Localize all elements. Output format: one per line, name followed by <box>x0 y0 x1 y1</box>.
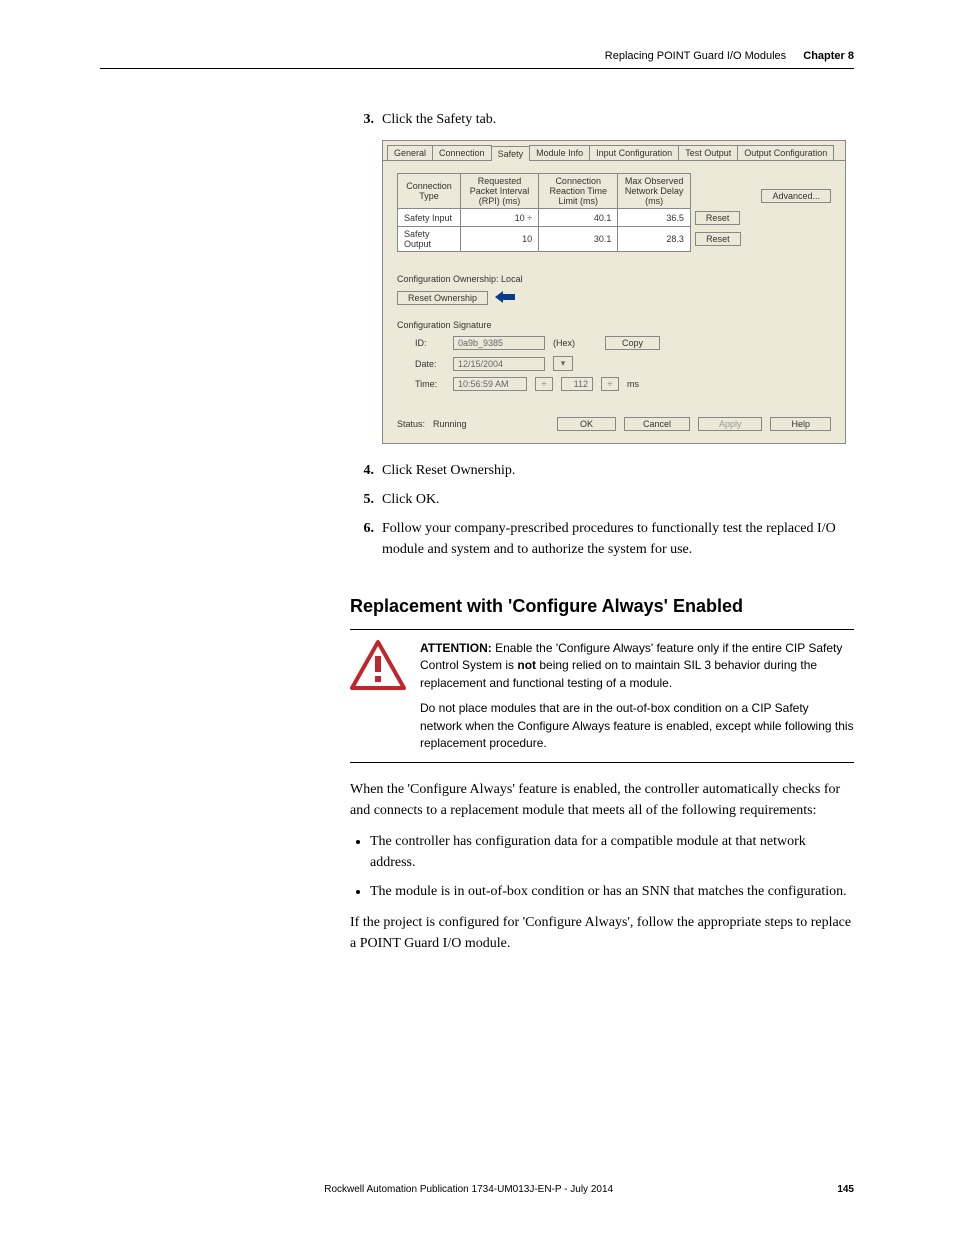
section-heading: Replacement with 'Configure Always' Enab… <box>350 596 854 617</box>
step-4-num: 4. <box>350 460 374 481</box>
time-spinner-icon[interactable]: ÷ <box>535 377 553 391</box>
step-5-num: 5. <box>350 489 374 510</box>
step-6: 6. Follow your company-prescribed proced… <box>350 518 854 560</box>
attention-box: ATTENTION: Enable the 'Configure Always'… <box>350 629 854 763</box>
footer-page-number: 145 <box>837 1184 854 1195</box>
footer-publication: Rockwell Automation Publication 1734-UM0… <box>100 1184 837 1195</box>
step-6-num: 6. <box>350 518 374 560</box>
config-sig-label: Configuration Signature <box>397 320 831 330</box>
col-conn-type: Connection Type <box>398 174 461 209</box>
status-label: Status: <box>397 419 425 429</box>
time-label: Time: <box>415 379 445 389</box>
cell-max: 28.3 <box>618 227 691 252</box>
table-row: Safety Input 10 ÷ 40.1 36.5 Reset <box>398 209 747 227</box>
date-label: Date: <box>415 359 445 369</box>
attention-p1: ATTENTION: Enable the 'Configure Always'… <box>420 640 854 692</box>
intro-para: When the 'Configure Always' feature is e… <box>350 779 854 821</box>
cell-crt: 30.1 <box>539 227 618 252</box>
id-field: 0a9b_9385 <box>453 336 545 350</box>
id-label: ID: <box>415 338 445 348</box>
tab-input-config[interactable]: Input Configuration <box>589 145 679 160</box>
ownership-label: Configuration Ownership: Local <box>397 274 831 284</box>
date-field: 12/15/2004 <box>453 357 545 371</box>
status-value: Running <box>433 419 467 429</box>
tab-connection[interactable]: Connection <box>432 145 492 160</box>
copy-button[interactable]: Copy <box>605 336 660 350</box>
date-dropdown-icon[interactable]: ▾ <box>553 356 573 371</box>
step-3: 3. Click the Safety tab. <box>350 109 854 130</box>
attention-p2: Do not place modules that are in the out… <box>420 700 854 752</box>
safety-dialog-screenshot: General Connection Safety Module Info In… <box>382 140 854 444</box>
module-dialog: General Connection Safety Module Info In… <box>382 140 846 444</box>
safety-input-rpi[interactable]: 10 <box>515 213 525 223</box>
page-footer: Rockwell Automation Publication 1734-UM0… <box>100 1184 854 1195</box>
arrow-left-icon <box>495 290 515 306</box>
cell-type: Safety Input <box>398 209 461 227</box>
col-max-delay: Max Observed Network Delay (ms) <box>618 174 691 209</box>
connection-table: Connection Type Requested Packet Interva… <box>397 173 747 252</box>
col-rpi: Requested Packet Interval (RPI) (ms) <box>460 174 538 209</box>
tab-general[interactable]: General <box>387 145 433 160</box>
step-5: 5. Click OK. <box>350 489 854 510</box>
step-3-num: 3. <box>350 109 374 130</box>
table-row: Safety Output 10 30.1 28.3 Reset <box>398 227 747 252</box>
advanced-button[interactable]: Advanced... <box>761 189 831 203</box>
cell-crt: 40.1 <box>539 209 618 227</box>
help-button[interactable]: Help <box>770 417 831 431</box>
cell-max: 36.5 <box>618 209 691 227</box>
step-6-text: Follow your company-prescribed procedure… <box>382 518 854 560</box>
outro-para: If the project is configured for 'Config… <box>350 912 854 954</box>
hex-label: (Hex) <box>553 338 575 348</box>
ok-button[interactable]: OK <box>557 417 616 431</box>
step-4-text: Click Reset Ownership. <box>382 460 854 481</box>
ms-unit: ms <box>627 379 639 389</box>
tab-test-output[interactable]: Test Output <box>678 145 738 160</box>
step-3-text: Click the Safety tab. <box>382 109 854 130</box>
tab-module-info[interactable]: Module Info <box>529 145 590 160</box>
tab-safety[interactable]: Safety <box>491 146 531 161</box>
time-field: 10:56:59 AM <box>453 377 527 391</box>
apply-button[interactable]: Apply <box>698 417 763 431</box>
step-4: 4. Click Reset Ownership. <box>350 460 854 481</box>
col-crt: Connection Reaction Time Limit (ms) <box>539 174 618 209</box>
list-item: The module is in out-of-box condition or… <box>370 881 854 902</box>
header-chapter: Chapter 8 <box>803 50 854 62</box>
cell-rpi: 10 <box>460 227 538 252</box>
reset-ownership-button[interactable]: Reset Ownership <box>397 291 488 305</box>
page-header: Replacing POINT Guard I/O Modules Chapte… <box>100 50 854 69</box>
tab-output-config[interactable]: Output Configuration <box>737 145 834 160</box>
ms-spinner-icon[interactable]: ÷ <box>601 377 619 391</box>
time-ms-field: 112 <box>561 377 593 391</box>
cancel-button[interactable]: Cancel <box>624 417 690 431</box>
header-title: Replacing POINT Guard I/O Modules <box>605 50 786 62</box>
spinner-icon[interactable]: ÷ <box>527 213 532 223</box>
requirement-list: The controller has configuration data fo… <box>370 831 854 902</box>
step-5-text: Click OK. <box>382 489 854 510</box>
dialog-tabs: General Connection Safety Module Info In… <box>383 141 845 161</box>
cell-type: Safety Output <box>398 227 461 252</box>
warning-triangle-icon <box>350 640 406 690</box>
list-item: The controller has configuration data fo… <box>370 831 854 873</box>
reset-input-button[interactable]: Reset <box>695 211 741 225</box>
reset-output-button[interactable]: Reset <box>695 232 741 246</box>
